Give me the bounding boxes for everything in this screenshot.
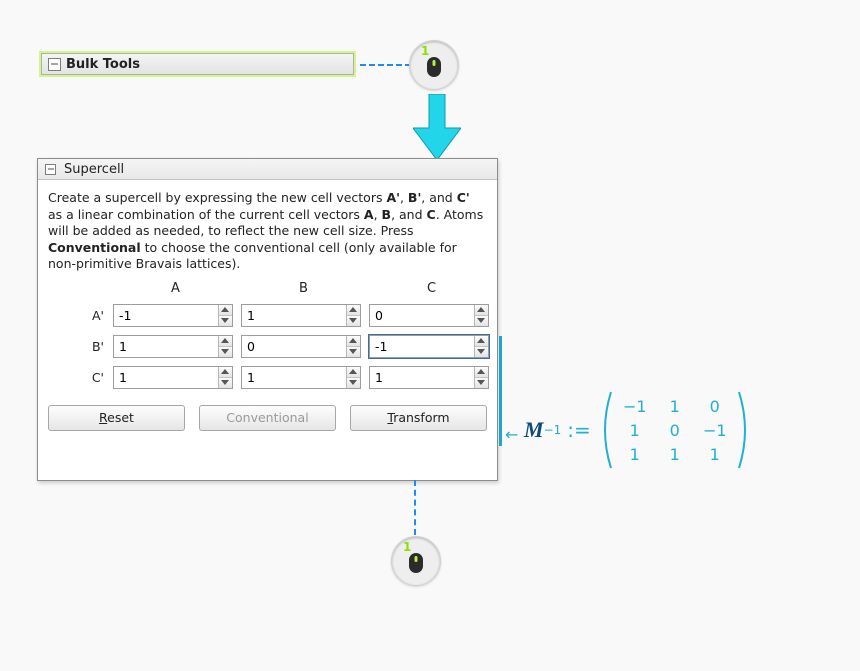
input-Ap-B[interactable]: [242, 305, 346, 326]
col-B: B: [241, 281, 366, 296]
bulk-tools-label: Bulk Tools: [66, 57, 140, 72]
collapse-icon[interactable]: [48, 58, 61, 71]
reset-button[interactable]: RReseteset: [48, 405, 185, 431]
spin-down-icon[interactable]: [475, 378, 488, 388]
matrix-values: −110 10−1 111: [615, 394, 735, 466]
mouse-badge-2: 1: [391, 536, 441, 586]
row-Bp: B': [48, 339, 110, 354]
mouse-badge-1: 1: [409, 40, 459, 90]
big-arrow-down-icon: [413, 94, 461, 160]
button-row: RReseteset Conventional TransformTransfo…: [48, 405, 487, 431]
matrix-inv: −1: [544, 423, 562, 437]
annotation-dash-1: [360, 64, 411, 66]
matrix-annotation: M−1 := −110 10−1 111: [524, 390, 753, 470]
supercell-title: Supercell: [64, 162, 124, 177]
spin-down-icon[interactable]: [219, 347, 232, 357]
row-Cp: C': [48, 370, 110, 385]
spin-up-icon[interactable]: [475, 367, 488, 378]
supercell-description: Create a supercell by expressing the new…: [48, 190, 487, 273]
input-Cp-B[interactable]: [242, 367, 346, 388]
spin-Ap-B[interactable]: [241, 304, 361, 327]
transform-button[interactable]: TransformTransform: [350, 405, 487, 431]
spin-up-icon[interactable]: [219, 367, 232, 378]
mouse-icon: [425, 55, 443, 79]
spin-Bp-C[interactable]: [369, 335, 489, 358]
spin-down-icon[interactable]: [475, 316, 488, 326]
matrix-M: M: [524, 417, 544, 443]
matrix-indicator-bar: [499, 336, 502, 446]
spin-up-icon[interactable]: [219, 305, 232, 316]
paren-left-icon: [597, 390, 613, 470]
spin-up-icon[interactable]: [475, 336, 488, 347]
spin-Ap-C[interactable]: [369, 304, 489, 327]
col-A: A: [113, 281, 238, 296]
canvas: { "bulk_tools": { "label": "Bulk Tools" …: [0, 0, 860, 671]
spin-down-icon[interactable]: [475, 347, 488, 357]
spin-down-icon[interactable]: [347, 316, 360, 326]
spin-down-icon[interactable]: [219, 378, 232, 388]
spin-Cp-A[interactable]: [113, 366, 233, 389]
row-Ap: A': [48, 308, 110, 323]
spin-up-icon[interactable]: [347, 305, 360, 316]
spin-Bp-A[interactable]: [113, 335, 233, 358]
collapse-icon[interactable]: [45, 164, 56, 175]
col-C: C: [369, 281, 494, 296]
spin-Bp-B[interactable]: [241, 335, 361, 358]
spin-down-icon[interactable]: [219, 316, 232, 326]
spin-down-icon[interactable]: [347, 378, 360, 388]
input-Bp-B[interactable]: [242, 336, 346, 357]
matrix-grid: A B C A' B' C': [48, 281, 487, 389]
leftarrow-icon: ←: [505, 425, 518, 444]
paren-right-icon: [737, 390, 753, 470]
spin-Cp-C[interactable]: [369, 366, 489, 389]
spin-Cp-B[interactable]: [241, 366, 361, 389]
input-Cp-C[interactable]: [370, 367, 474, 388]
supercell-panel: Supercell Create a supercell by expressi…: [37, 158, 498, 481]
spin-up-icon[interactable]: [219, 336, 232, 347]
annotation-dash-2: [414, 480, 416, 535]
input-Ap-A[interactable]: [114, 305, 218, 326]
input-Bp-C[interactable]: [370, 336, 474, 357]
input-Cp-A[interactable]: [114, 367, 218, 388]
input-Ap-C[interactable]: [370, 305, 474, 326]
spin-up-icon[interactable]: [347, 336, 360, 347]
spin-down-icon[interactable]: [347, 347, 360, 357]
spin-Ap-A[interactable]: [113, 304, 233, 327]
assign-symbol: :=: [567, 418, 591, 442]
spin-up-icon[interactable]: [347, 367, 360, 378]
input-Bp-A[interactable]: [114, 336, 218, 357]
mouse-icon: [407, 551, 425, 575]
spin-up-icon[interactable]: [475, 305, 488, 316]
conventional-button: Conventional: [199, 405, 336, 431]
supercell-titlebar[interactable]: Supercell: [38, 159, 497, 180]
bulk-tools-header[interactable]: Bulk Tools: [41, 53, 354, 75]
